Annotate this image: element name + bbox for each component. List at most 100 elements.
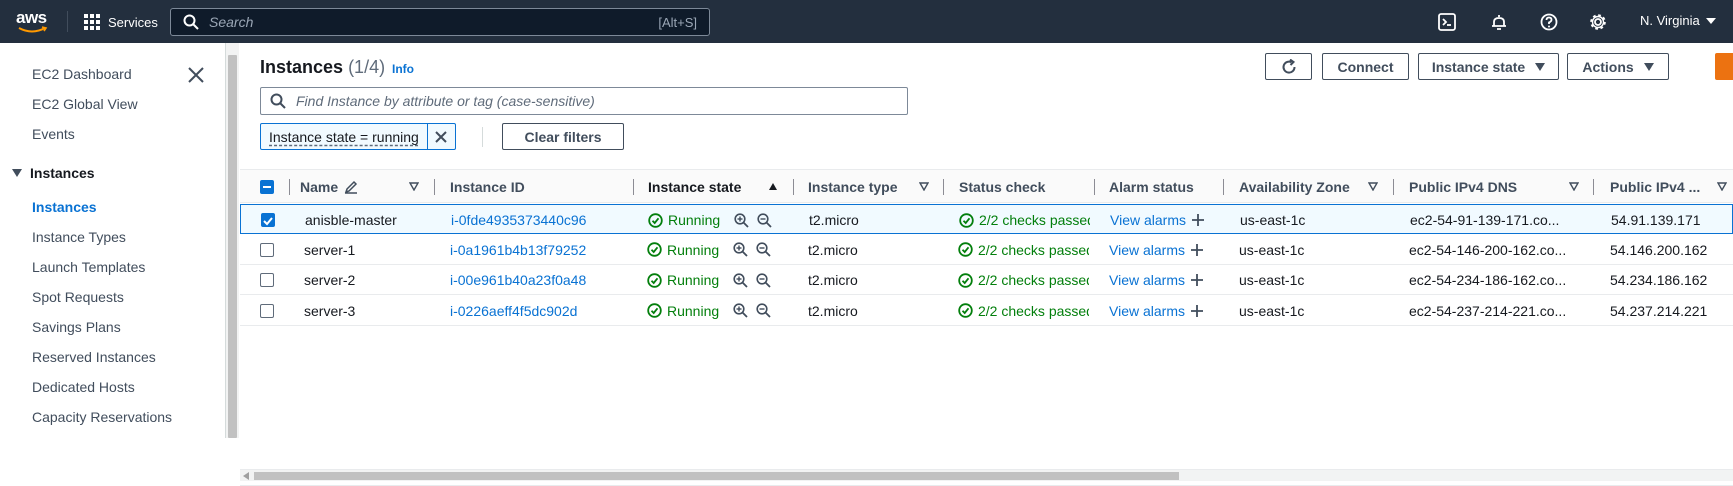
sort-caret-icon[interactable] bbox=[919, 182, 929, 191]
sort-ascending-icon[interactable] bbox=[768, 182, 778, 191]
column-header-alarm-status[interactable]: Alarm status bbox=[1109, 170, 1194, 204]
refresh-button[interactable] bbox=[1265, 53, 1312, 80]
sidebar-section-label: Instances bbox=[30, 165, 95, 181]
instance-id-link[interactable]: i-0a1961b4b13f79252 bbox=[450, 235, 586, 265]
zoom-in-icon[interactable] bbox=[733, 303, 748, 318]
table-row[interactable]: server-1 i-0a1961b4b13f79252 Running t2.mic… bbox=[240, 235, 1733, 265]
sidebar-item-ec2-global-view[interactable]: EC2 Global View bbox=[32, 96, 138, 112]
aws-smile-icon bbox=[18, 26, 48, 33]
column-header-availability-zone[interactable]: Availability Zone bbox=[1239, 170, 1350, 204]
global-search-input[interactable] bbox=[209, 14, 659, 30]
status-check-label: 2/2 checks passed bbox=[978, 302, 1089, 319]
column-header-instance-id[interactable]: Instance ID bbox=[450, 170, 525, 204]
column-separator bbox=[793, 179, 794, 195]
sidebar-item-capacity-reservations[interactable]: Capacity Reservations bbox=[32, 409, 172, 425]
zoom-in-icon[interactable] bbox=[733, 272, 748, 288]
clear-filters-button[interactable]: Clear filters bbox=[502, 123, 624, 150]
table-horizontal-scrollbar[interactable] bbox=[240, 469, 1733, 481]
column-header-status-check[interactable]: Status check bbox=[959, 170, 1045, 204]
close-icon bbox=[435, 130, 448, 143]
add-alarm-icon[interactable] bbox=[1190, 243, 1204, 257]
column-header-name[interactable]: Name bbox=[300, 170, 358, 204]
sidebar-item-instance-types[interactable]: Instance Types bbox=[32, 229, 126, 245]
row-checkbox[interactable] bbox=[260, 242, 274, 257]
row-checkbox[interactable] bbox=[260, 303, 274, 318]
instance-state-button[interactable]: Instance state bbox=[1418, 53, 1559, 80]
cell-instance-state: Running bbox=[647, 265, 719, 295]
settings-icon[interactable] bbox=[1587, 11, 1609, 33]
actions-button[interactable]: Actions bbox=[1567, 53, 1669, 80]
page-title-text: Instances bbox=[260, 57, 344, 77]
select-all-checkbox[interactable] bbox=[260, 180, 274, 194]
notifications-icon[interactable] bbox=[1488, 11, 1510, 33]
sidebar-item-dedicated-hosts[interactable]: Dedicated Hosts bbox=[32, 379, 135, 395]
instance-id-link[interactable]: i-0226aeff4f5dc902d bbox=[450, 296, 577, 326]
column-header-instance-type[interactable]: Instance type bbox=[808, 170, 897, 204]
sidebar-item-instances[interactable]: Instances bbox=[32, 199, 97, 215]
column-header-instance-state[interactable]: Instance state bbox=[648, 170, 741, 204]
zoom-out-icon[interactable] bbox=[756, 242, 771, 257]
sidebar-section-instances[interactable]: Instances bbox=[12, 165, 95, 181]
row-checkbox[interactable] bbox=[260, 273, 274, 287]
add-alarm-icon[interactable] bbox=[1190, 273, 1204, 287]
add-alarm-icon[interactable] bbox=[1190, 304, 1204, 318]
instance-state-label: Instance state bbox=[1431, 58, 1526, 75]
success-icon bbox=[647, 303, 662, 318]
zoom-in-icon[interactable] bbox=[734, 212, 749, 228]
column-header-public-ipv4-dns[interactable]: Public IPv4 DNS bbox=[1409, 170, 1517, 204]
region-selector[interactable]: N. Virginia bbox=[1640, 13, 1716, 28]
column-separator bbox=[1223, 179, 1224, 195]
sidebar-scrollbar[interactable] bbox=[226, 43, 239, 438]
sidebar-item-savings-plans[interactable]: Savings Plans bbox=[32, 319, 121, 335]
global-search[interactable]: [Alt+S] bbox=[170, 8, 710, 36]
help-icon[interactable] bbox=[1538, 11, 1560, 33]
filter-token-label[interactable]: Instance state = running bbox=[261, 129, 427, 145]
zoom-in-icon[interactable] bbox=[733, 242, 748, 257]
remove-filter-button[interactable] bbox=[426, 124, 455, 149]
sidebar-item-spot-requests[interactable]: Spot Requests bbox=[32, 289, 124, 305]
view-alarms-link[interactable]: View alarms bbox=[1109, 272, 1185, 288]
column-header-public-ipv4[interactable]: Public IPv4 ... bbox=[1610, 170, 1700, 204]
sort-caret-icon[interactable] bbox=[409, 182, 419, 191]
services-menu-button[interactable]: Services bbox=[84, 12, 158, 32]
instance-id-link[interactable]: i-00e961b40a23f0a48 bbox=[450, 265, 586, 295]
scrollbar-thumb[interactable] bbox=[254, 472, 1179, 480]
state-zoom-controls bbox=[733, 235, 771, 265]
find-instance-input[interactable] bbox=[296, 93, 907, 109]
close-icon[interactable] bbox=[186, 65, 206, 85]
find-instance-search[interactable] bbox=[260, 87, 908, 115]
table-row[interactable]: anisble-master i-0fde4935373440c96 Running… bbox=[240, 204, 1733, 234]
sidebar-item-launch-templates[interactable]: Launch Templates bbox=[32, 259, 145, 275]
scroll-left-icon[interactable] bbox=[243, 472, 249, 480]
add-alarm-icon[interactable] bbox=[1191, 213, 1205, 227]
table-row[interactable]: server-2 i-00e961b40a23f0a48 Running t2.mic… bbox=[240, 265, 1733, 295]
caret-down-icon bbox=[1705, 17, 1716, 24]
state-zoom-controls bbox=[733, 296, 771, 326]
filter-token[interactable]: Instance state = running bbox=[260, 123, 456, 150]
view-alarms-link[interactable]: View alarms bbox=[1109, 242, 1185, 258]
zoom-out-icon[interactable] bbox=[757, 212, 772, 228]
column-separator bbox=[633, 179, 634, 195]
zoom-out-icon[interactable] bbox=[756, 272, 771, 288]
instance-id-link[interactable]: i-0fde4935373440c96 bbox=[451, 205, 586, 235]
launch-instances-button[interactable] bbox=[1715, 53, 1733, 80]
table-row[interactable]: server-3 i-0226aeff4f5dc902d Running t2.mic… bbox=[240, 296, 1733, 326]
sort-caret-icon[interactable] bbox=[1717, 182, 1727, 191]
search-shortcut: [Alt+S] bbox=[658, 14, 697, 30]
scrollbar-thumb[interactable] bbox=[228, 55, 237, 438]
zoom-out-icon[interactable] bbox=[756, 303, 771, 318]
aws-logo[interactable]: aws bbox=[16, 9, 52, 35]
sort-caret-icon[interactable] bbox=[1368, 182, 1378, 191]
sidebar-item-ec2-dashboard[interactable]: EC2 Dashboard bbox=[32, 66, 132, 82]
connect-button[interactable]: Connect bbox=[1322, 53, 1409, 80]
table-header: Name Instance ID Instance state Instance… bbox=[240, 169, 1733, 203]
view-alarms-link[interactable]: View alarms bbox=[1109, 303, 1185, 319]
sidebar-item-events[interactable]: Events bbox=[32, 126, 75, 142]
cloudshell-icon[interactable] bbox=[1436, 11, 1458, 33]
info-link[interactable]: Info bbox=[392, 62, 414, 76]
sidebar-item-reserved-instances[interactable]: Reserved Instances bbox=[32, 349, 156, 365]
sort-caret-icon[interactable] bbox=[1569, 182, 1579, 191]
view-alarms-link[interactable]: View alarms bbox=[1110, 212, 1186, 228]
state-label: Running bbox=[668, 212, 721, 228]
row-checkbox[interactable] bbox=[261, 213, 275, 227]
